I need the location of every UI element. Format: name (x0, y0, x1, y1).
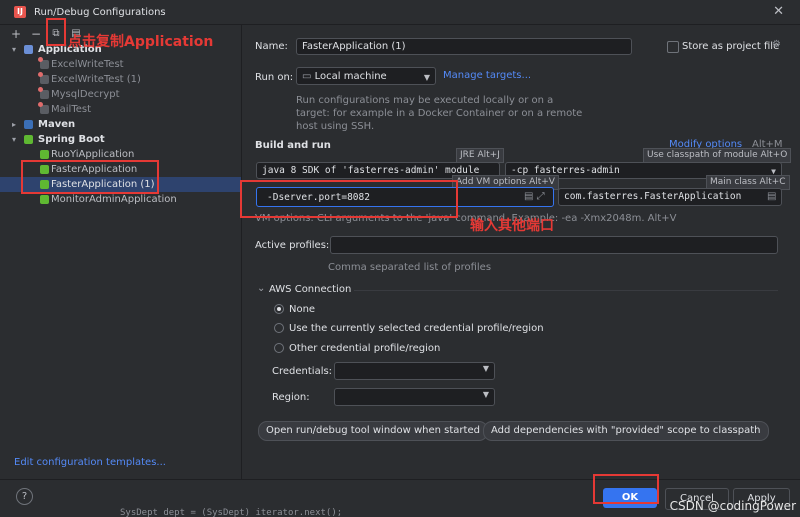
tree-item-junit[interactable]: MysqlDecrypt (0, 87, 241, 102)
config-tree-panel: + − ⧉ ▤ ▾ Application ExcelWriteTest Exc… (0, 25, 242, 479)
spring-boot-icon (24, 135, 33, 144)
tree-group-maven[interactable]: ▸ Maven (0, 117, 241, 132)
intellij-app-icon: IJ (14, 6, 26, 18)
port-annotation-text: 输入其他端口 (470, 218, 554, 234)
provided-scope-chip[interactable]: Add dependencies with "provided" scope t… (483, 421, 769, 441)
chevron-down-icon[interactable]: ⌄ (257, 283, 265, 294)
copy-annotation-text: 点击复制Application (68, 34, 214, 50)
title-bar: IJ Run/Debug Configurations ✕ (0, 0, 800, 25)
active-profiles-help: Comma separated list of profiles (328, 262, 492, 273)
main-class-input[interactable]: com.fasterres.FasterApplication (558, 188, 782, 206)
region-label: Region: (272, 392, 310, 403)
run-on-value: Local machine (314, 71, 387, 82)
open-tool-window-chip[interactable]: Open run/debug tool window when started (258, 421, 488, 441)
junit-error-icon (38, 102, 49, 114)
credentials-label: Credentials: (272, 366, 333, 377)
expand-icon[interactable]: ▤ ⤢ (524, 191, 545, 202)
build-and-run-heading: Build and run (255, 140, 331, 151)
tree-item-junit[interactable]: MailTest (0, 102, 241, 117)
chevron-down-icon: ▾ (12, 135, 17, 144)
spring-app-icon (40, 195, 49, 204)
tree-item-label: ExcelWriteTest (1) (51, 74, 141, 85)
tree-group-label: Maven (38, 119, 76, 130)
tree-item-label: MonitorAdminApplication (51, 194, 177, 205)
tree-item-label: ExcelWriteTest (51, 59, 124, 70)
aws-none-radio[interactable] (274, 304, 284, 314)
store-project-checkbox[interactable] (667, 41, 679, 53)
help-button[interactable]: ? (16, 488, 33, 505)
tree-group-label: Spring Boot (38, 134, 105, 145)
chevron-down-icon: ▼ (482, 390, 489, 399)
application-icon (24, 45, 33, 54)
aws-other-radio[interactable] (274, 343, 284, 353)
chevron-right-icon: ▸ (12, 120, 17, 129)
vm-options-annotation-box (240, 180, 458, 218)
run-on-select[interactable]: ▭ Local machine ▼ (296, 67, 436, 85)
copy-annotation-box (46, 18, 66, 46)
aws-current-label: Use the currently selected credential pr… (289, 323, 544, 334)
chevron-down-icon: ▼ (423, 73, 430, 82)
manage-targets-link[interactable]: Manage targets... (443, 70, 531, 81)
edit-templates-link[interactable]: Edit configuration templates... (14, 457, 166, 468)
window-title: Run/Debug Configurations (34, 6, 166, 18)
run-debug-dialog: IJ Run/Debug Configurations ✕ + − ⧉ ▤ ▾ … (0, 0, 800, 517)
name-field[interactable]: FasterApplication (1) (296, 38, 632, 55)
use-classpath-hint: Use classpath of module Alt+O (643, 148, 792, 163)
computer-icon: ▭ (302, 71, 315, 82)
config-form-panel: Name: FasterApplication (1) Store as pro… (242, 25, 800, 479)
aws-none-label: None (289, 304, 316, 315)
browse-icon[interactable]: ▤ (767, 191, 776, 202)
chevron-down-icon: ▾ (12, 45, 17, 54)
spring-items-annotation-box (21, 160, 159, 194)
tree-group-spring-boot[interactable]: ▾ Spring Boot (0, 132, 241, 147)
csdn-watermark: CSDN @codingPower (669, 499, 796, 513)
active-profiles-input[interactable] (330, 236, 778, 254)
remove-config-button[interactable]: − (30, 28, 42, 40)
jre-hint: JRE Alt+J (456, 148, 504, 163)
gear-icon[interactable]: ⚙ (772, 39, 781, 50)
junit-error-icon (38, 72, 49, 84)
run-on-help: Run configurations may be executed local… (296, 95, 583, 132)
tree-item-label: MailTest (51, 104, 92, 115)
name-label: Name: (255, 41, 288, 52)
chevron-down-icon: ▼ (482, 364, 489, 373)
tree-item-label: MysqlDecrypt (51, 89, 120, 100)
close-icon[interactable]: ✕ (773, 4, 784, 19)
add-config-button[interactable]: + (10, 28, 22, 40)
tree-item-junit[interactable]: ExcelWriteTest (0, 57, 241, 72)
aws-connection-heading: AWS Connection (269, 284, 352, 295)
junit-error-icon (38, 87, 49, 99)
region-select[interactable]: ▼ (334, 388, 495, 406)
credentials-select[interactable]: ▼ (334, 362, 495, 380)
tree-item-junit[interactable]: ExcelWriteTest (1) (0, 72, 241, 87)
tree-item-spring-app[interactable]: MonitorAdminApplication (0, 192, 241, 207)
aws-current-radio[interactable] (274, 323, 284, 333)
store-project-label: Store as project file (682, 41, 780, 52)
aws-separator (354, 290, 778, 291)
maven-icon (24, 120, 33, 129)
background-code-line: SysDept dept = (SysDept) iterator.next()… (120, 508, 343, 517)
active-profiles-label: Active profiles: (255, 240, 330, 251)
ok-annotation-box (593, 474, 659, 504)
spring-app-icon (40, 150, 49, 159)
run-on-label: Run on: (255, 72, 294, 83)
junit-error-icon (38, 57, 49, 69)
aws-other-label: Other credential profile/region (289, 343, 441, 354)
